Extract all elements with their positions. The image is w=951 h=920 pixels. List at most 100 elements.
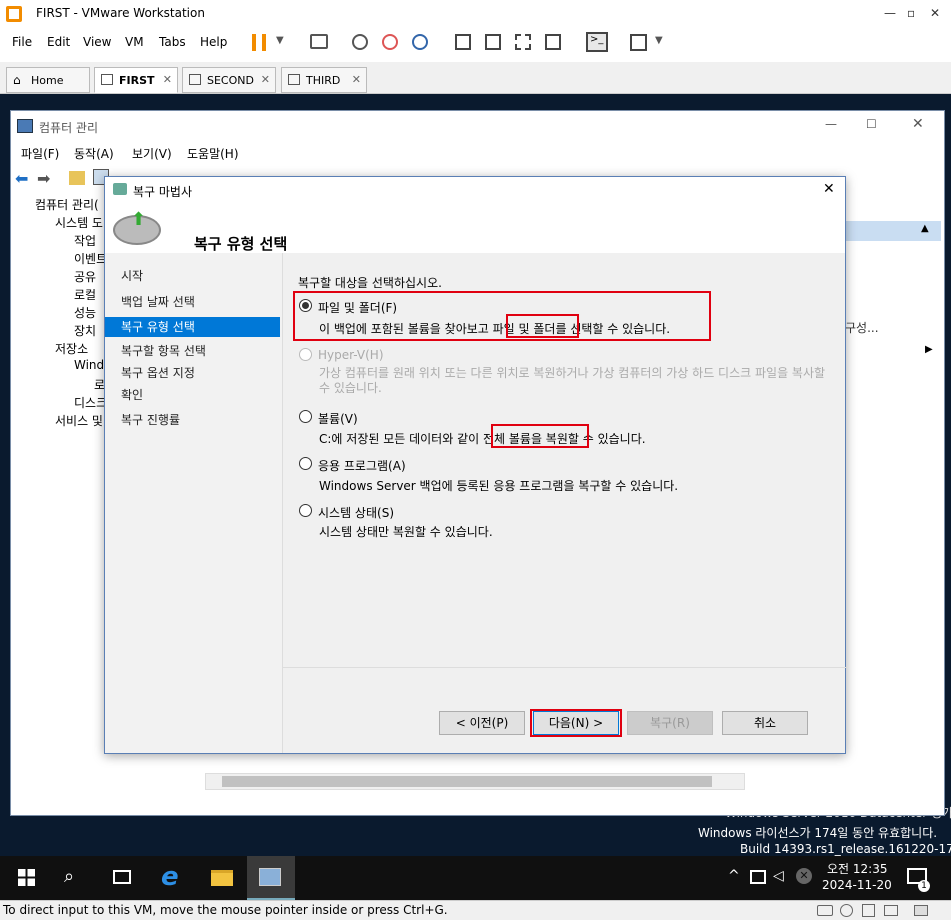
back-arrow-icon[interactable]: ⬅ [15, 169, 28, 188]
highlight-box [293, 291, 711, 341]
cancel-button[interactable]: 취소 [722, 711, 808, 735]
tree-item-services[interactable]: 서비스 및 [55, 412, 103, 429]
close-tab-icon[interactable]: ✕ [163, 73, 172, 86]
stretch-icon[interactable] [630, 34, 647, 51]
status-text: To direct input to this VM, move the mou… [3, 903, 448, 917]
tree-item-performance[interactable]: 성능 [74, 304, 96, 321]
snapshot-manager-icon[interactable] [412, 34, 428, 50]
tab-home[interactable]: ⌂ Home [6, 67, 90, 93]
close-tab-icon[interactable]: ✕ [261, 73, 270, 86]
tab-second[interactable]: SECOND ✕ [182, 67, 276, 93]
vm-icon [288, 74, 300, 85]
message-icon[interactable] [914, 905, 928, 916]
button-divider [283, 667, 846, 668]
scrollbar-thumb[interactable] [222, 776, 712, 787]
unity-icon[interactable] [545, 34, 561, 50]
revert-snapshot-icon[interactable] [382, 34, 398, 50]
network-icon[interactable] [750, 870, 766, 884]
computer-management-icon [259, 868, 281, 886]
tab-first[interactable]: FIRST ✕ [94, 67, 178, 93]
hdd-icon[interactable] [817, 905, 833, 916]
actions-item-partial[interactable]: 구성... [845, 319, 879, 336]
option-volume-label[interactable]: 볼륨(V) [318, 410, 358, 427]
action-close-icon[interactable]: ✕ [796, 868, 812, 884]
computer-management-taskbar-icon[interactable] [247, 856, 295, 900]
option-system-state-label[interactable]: 시스템 상태(S) [318, 504, 394, 521]
tab-third[interactable]: THIRD ✕ [281, 67, 367, 93]
volume-icon[interactable]: ◁ [773, 868, 784, 884]
cdrom-icon[interactable] [840, 904, 853, 917]
window-title: FIRST - VMware Workstation [36, 6, 205, 20]
actions-expand-icon[interactable]: ▶ [925, 344, 933, 355]
recovery-wizard-dialog: 복구 마법사 ✕ ⬆ 복구 유형 선택 시작 백업 날짜 선택 복구 유형 선택… [104, 176, 846, 754]
menu-view[interactable]: View [83, 35, 111, 49]
snapshot-icon[interactable] [352, 34, 368, 50]
task-view-icon[interactable] [113, 870, 131, 884]
minimize-button[interactable]: — [825, 117, 837, 131]
tree-item-event-viewer[interactable]: 이벤트 [74, 250, 107, 267]
guest-taskbar: ⌕ e ^ ◁ ✕ 오전 12:35 2024-11-20 1 [0, 856, 951, 900]
menu-file[interactable]: 파일(F) [21, 145, 59, 162]
menu-help[interactable]: Help [200, 35, 227, 49]
tab-label: SECOND [207, 74, 254, 87]
thumbnail-icon[interactable] [485, 34, 501, 50]
menu-view[interactable]: 보기(V) [132, 145, 172, 162]
wizard-step-nav: 시작 백업 날짜 선택 복구 유형 선택 복구할 항목 선택 복구 옵션 지정 … [105, 253, 282, 753]
step-recovery-type: 복구 유형 선택 [105, 317, 280, 337]
pause-dropdown-icon[interactable]: ▼ [276, 35, 284, 46]
maximize-button[interactable]: ▫ [907, 6, 915, 20]
pause-icon[interactable] [252, 34, 266, 51]
tree-item-device-manager[interactable]: 장치 [74, 322, 96, 339]
search-icon[interactable]: ⌕ [64, 866, 74, 887]
vm-tab-strip: ⌂ Home FIRST ✕ SECOND ✕ THIRD ✕ [0, 62, 951, 94]
send-ctrl-alt-del-icon[interactable] [310, 34, 328, 49]
wizard-header: 복구 마법사 ✕ ⬆ 복구 유형 선택 [105, 177, 845, 253]
tree-item-storage[interactable]: 저장소 [55, 340, 88, 357]
close-button[interactable]: ✕ [823, 181, 835, 197]
stretch-dropdown-icon[interactable]: ▼ [655, 35, 663, 46]
menu-help[interactable]: 도움말(H) [187, 145, 239, 162]
radio-volume[interactable] [299, 410, 312, 423]
tree-item-computer-management[interactable]: 컴퓨터 관리( [35, 196, 99, 213]
display-icon[interactable] [884, 905, 898, 916]
radio-application[interactable] [299, 457, 312, 470]
step-recovery-options: 복구 옵션 지정 [121, 366, 195, 380]
console-icon[interactable]: >_ [586, 32, 608, 52]
menu-vm[interactable]: VM [125, 35, 144, 49]
start-windows-icon[interactable] [18, 869, 35, 886]
internet-explorer-icon[interactable]: e [161, 862, 179, 892]
radio-system-state[interactable] [299, 504, 312, 517]
tree-item-task-scheduler[interactable]: 작업 [74, 232, 96, 249]
forward-arrow-icon[interactable]: ➡ [37, 169, 50, 188]
clock-time[interactable]: 오전 12:35 [827, 860, 887, 877]
tree-item-shared-folders[interactable]: 공유 [74, 268, 96, 285]
tree-item-system-tools[interactable]: 시스템 도 [55, 214, 103, 231]
previous-button[interactable]: < 이전(P) [439, 711, 525, 735]
home-icon: ⌂ [13, 73, 21, 87]
menu-action[interactable]: 동작(A) [74, 145, 114, 162]
sidebar-toggle-icon[interactable] [455, 34, 471, 50]
fullscreen-icon[interactable] [515, 34, 531, 50]
file-explorer-icon[interactable] [211, 870, 233, 886]
maximize-button[interactable]: ☐ [866, 117, 877, 131]
up-folder-icon[interactable] [69, 171, 85, 185]
network-adapter-icon[interactable] [862, 904, 875, 917]
close-tab-icon[interactable]: ✕ [352, 73, 361, 86]
actions-collapse-icon[interactable]: ▲ [921, 223, 929, 234]
menu-tabs[interactable]: Tabs [159, 35, 186, 49]
step-start: 시작 [121, 269, 144, 283]
tree-item-local-users[interactable]: 로컬 [74, 286, 96, 303]
menu-file[interactable]: File [12, 35, 32, 49]
step-progress: 복구 진행률 [121, 413, 181, 427]
option-application-label[interactable]: 응용 프로그램(A) [318, 457, 406, 474]
horizontal-scrollbar[interactable] [205, 773, 745, 790]
vmware-statusbar: To direct input to this VM, move the mou… [0, 900, 951, 920]
show-hidden-icons-icon[interactable]: ^ [728, 868, 740, 884]
option-system-state-desc: 시스템 상태만 복원할 수 있습니다. [319, 525, 493, 539]
clock-date[interactable]: 2024-11-20 [822, 878, 892, 892]
menu-edit[interactable]: Edit [47, 35, 70, 49]
close-button[interactable]: ✕ [912, 116, 924, 132]
tree-item-disk-management[interactable]: 디스크 [74, 394, 107, 411]
close-button[interactable]: ✕ [930, 6, 940, 20]
minimize-button[interactable]: — [884, 6, 896, 20]
